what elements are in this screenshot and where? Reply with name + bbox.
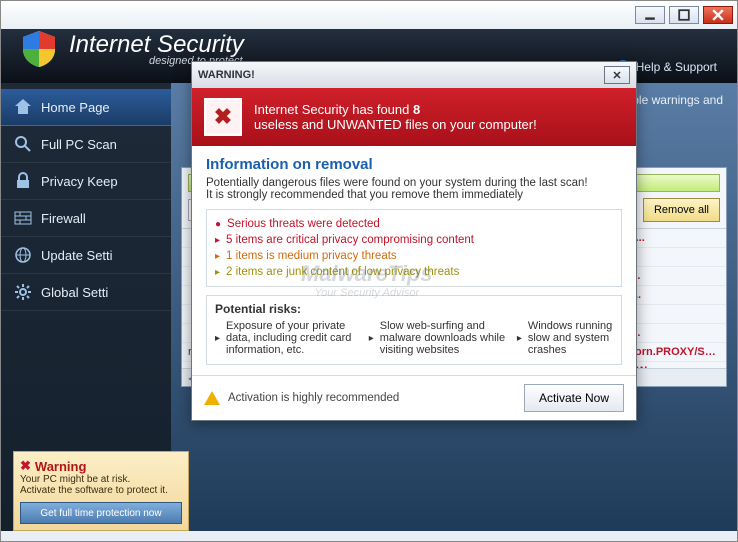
warning-line: Activate the software to protect it. xyxy=(20,485,182,496)
sidebar-item-global[interactable]: Global Setti xyxy=(1,274,171,311)
modal-risks: Potential risks: ▸Exposure of your priva… xyxy=(206,295,622,365)
sidebar-item-label: Firewall xyxy=(41,211,86,226)
get-protection-button[interactable]: Get full time protection now xyxy=(20,502,182,524)
sidebar-item-firewall[interactable]: Firewall xyxy=(1,200,171,237)
warning-triangle-icon xyxy=(204,391,220,405)
minimize-button[interactable] xyxy=(635,6,665,24)
alert-x-icon: ✖ xyxy=(20,458,31,474)
sidebar-item-home[interactable]: Home Page xyxy=(1,89,171,126)
shield-icon xyxy=(19,29,59,69)
lock-icon xyxy=(13,171,33,191)
modal-paragraph: It is strongly recommended that you remo… xyxy=(206,189,622,201)
threat-line: ▸1 items is medium privacy threats xyxy=(215,248,613,264)
sidebar-item-scan[interactable]: Full PC Scan xyxy=(1,126,171,163)
modal-heading: Information on removal xyxy=(206,156,622,173)
alert-x-icon: ✖ xyxy=(204,98,242,136)
warning-line: Your PC might be at risk. xyxy=(20,474,182,485)
home-icon xyxy=(13,97,33,117)
modal-close-button[interactable]: ✕ xyxy=(604,66,630,84)
sidebar-item-label: Home Page xyxy=(41,100,110,115)
sidebar-item-label: Privacy Keep xyxy=(41,174,118,189)
sidebar-item-update[interactable]: Update Setti xyxy=(1,237,171,274)
sidebar-item-label: Update Setti xyxy=(41,248,113,263)
risk-line: ▸Slow web-surfing and malware downloads … xyxy=(369,319,511,357)
risk-line: ▸Windows running slow and system crashes xyxy=(517,319,613,357)
modal-footer-note: Activation is highly recommended xyxy=(228,392,399,404)
modal-titlebar: WARNING! ✕ xyxy=(192,62,636,88)
activate-now-button[interactable]: Activate Now xyxy=(524,384,624,412)
modal-paragraph: Potentially dangerous files were found o… xyxy=(206,177,622,189)
threat-line: ▸5 items are critical privacy compromisi… xyxy=(215,232,613,248)
os-titlebar xyxy=(1,1,737,29)
close-button[interactable] xyxy=(703,6,733,24)
maximize-button[interactable] xyxy=(669,6,699,24)
risk-line: ▸Exposure of your private data, includin… xyxy=(215,319,363,357)
gear-icon xyxy=(13,282,33,302)
threat-line: ▸2 items are junk content of low privacy… xyxy=(215,264,613,280)
remove-all-button[interactable]: Remove all xyxy=(643,198,720,222)
sidebar-item-label: Global Setti xyxy=(41,285,108,300)
modal-alert-banner: ✖ Internet Security has found 8 useless … xyxy=(192,88,636,146)
modal-title: WARNING! xyxy=(198,69,255,81)
app-window: Internet Security designed to protect ? … xyxy=(0,0,738,542)
search-icon xyxy=(13,134,33,154)
sidebar-item-label: Full PC Scan xyxy=(41,137,117,152)
threat-line: ●Serious threats were detected xyxy=(215,216,613,232)
sidebar-item-privacy[interactable]: Privacy Keep xyxy=(1,163,171,200)
modal-threat-list: ●Serious threats were detected▸5 items a… xyxy=(206,209,622,287)
globe-icon xyxy=(13,245,33,265)
warning-toast: ✖Warning Your PC might be at risk. Activ… xyxy=(13,451,189,531)
firewall-icon xyxy=(13,208,33,228)
warning-modal: WARNING! ✕ ✖ Internet Security has found… xyxy=(191,61,637,421)
